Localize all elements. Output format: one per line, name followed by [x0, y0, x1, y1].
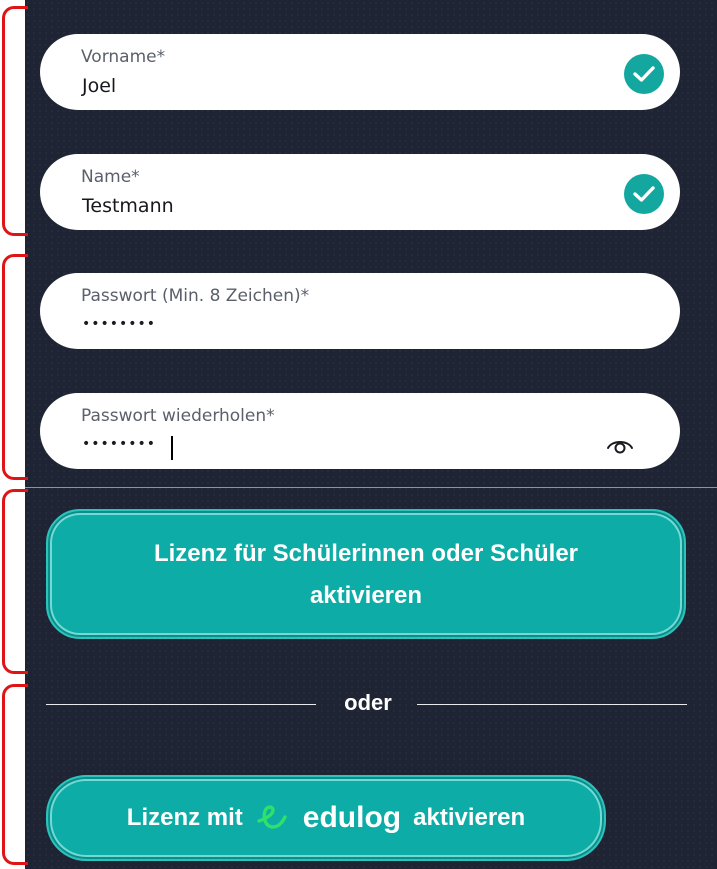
- checkmark-circle-icon: [624, 54, 664, 94]
- edulog-prefix-label: Lizenz mit: [126, 804, 243, 831]
- first-name-value: Joel: [82, 75, 117, 97]
- last-name-label: Name*: [81, 167, 140, 187]
- separator-line-left: [46, 704, 316, 705]
- password-repeat-value: ••••••••: [82, 436, 157, 452]
- edulog-license-button[interactable]: Lizenz mit edulog aktivieren: [46, 775, 606, 861]
- checkmark-circle-icon: [624, 174, 664, 214]
- activate-student-license-button[interactable]: Lizenz für Schülerinnen oder Schüler akt…: [46, 509, 686, 639]
- edulog-brand-text: edulog: [302, 801, 402, 834]
- edulog-suffix-label: aktivieren: [413, 804, 526, 831]
- edulog-brand: edulog: [255, 801, 401, 835]
- separator-line-right: [417, 704, 687, 705]
- first-name-field[interactable]: Vorname* Joel: [40, 34, 680, 110]
- activate-student-license-label: Lizenz für Schülerinnen oder Schüler akt…: [153, 540, 579, 609]
- password-repeat-field[interactable]: Passwort wiederholen* ••••••••: [40, 393, 680, 469]
- password-field[interactable]: Passwort (Min. 8 Zeichen)* ••••••••: [40, 273, 680, 349]
- annotation-bracket-edulog: [2, 684, 28, 865]
- password-repeat-label: Passwort wiederholen*: [81, 406, 275, 426]
- first-name-label: Vorname*: [81, 47, 166, 67]
- password-label: Passwort (Min. 8 Zeichen)*: [81, 286, 310, 306]
- last-name-field[interactable]: Name* Testmann: [40, 154, 680, 230]
- section-divider: [25, 487, 717, 488]
- eye-icon[interactable]: [606, 437, 634, 455]
- password-value: ••••••••: [82, 316, 157, 332]
- annotation-bracket-password: [2, 254, 28, 480]
- separator-text: oder: [344, 690, 392, 715]
- edulog-logo-icon: [257, 805, 287, 829]
- annotation-bracket-license: [2, 489, 28, 674]
- last-name-value: Testmann: [82, 195, 174, 217]
- text-cursor: [171, 436, 173, 460]
- annotation-bracket-name: [2, 6, 28, 236]
